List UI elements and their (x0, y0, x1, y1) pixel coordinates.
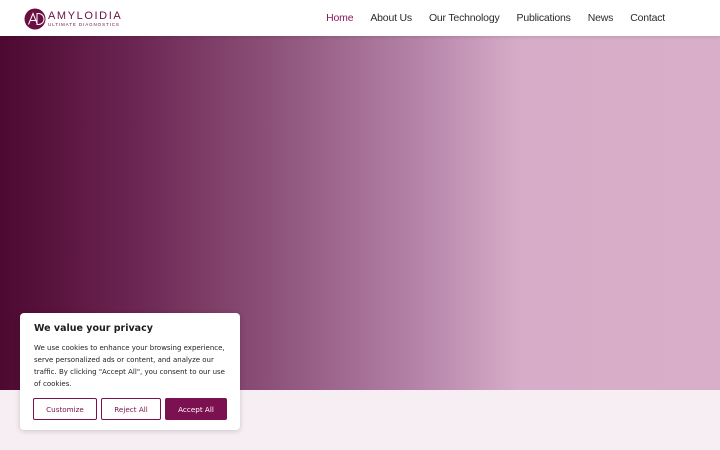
site-header: AMYLOIDIA ULTIMATE DIAGNOSTICS Home Abou… (0, 0, 720, 36)
brand-tagline: ULTIMATE DIAGNOSTICS (48, 21, 120, 27)
cookie-banner-text: We use cookies to enhance your browsing … (34, 344, 225, 388)
brand-logo[interactable]: AMYLOIDIA ULTIMATE DIAGNOSTICS (24, 7, 122, 31)
nav-item-publications[interactable]: Publications (517, 12, 571, 24)
cookie-consent-banner: We value your privacy We use cookies to … (20, 313, 240, 430)
cookie-banner-title: We value your privacy (34, 323, 153, 334)
nav-item-our-technology[interactable]: Our Technology (429, 12, 500, 24)
nav-item-contact[interactable]: Contact (630, 12, 665, 24)
reject-all-button[interactable]: Reject All (101, 398, 161, 420)
cookie-button-group: Customize Reject All Accept All (33, 398, 227, 420)
nav-item-about-us[interactable]: About Us (370, 12, 412, 24)
brand-name: AMYLOIDIA (48, 9, 123, 22)
customize-button[interactable]: Customize (33, 398, 97, 420)
accept-all-button[interactable]: Accept All (165, 398, 227, 420)
main-nav: Home About Us Our Technology Publication… (309, 0, 665, 36)
nav-item-home[interactable]: Home (326, 12, 353, 24)
brand-wordmark: AMYLOIDIA ULTIMATE DIAGNOSTICS (48, 9, 123, 28)
ad-monogram-icon (24, 8, 46, 30)
nav-item-news[interactable]: News (588, 12, 614, 24)
